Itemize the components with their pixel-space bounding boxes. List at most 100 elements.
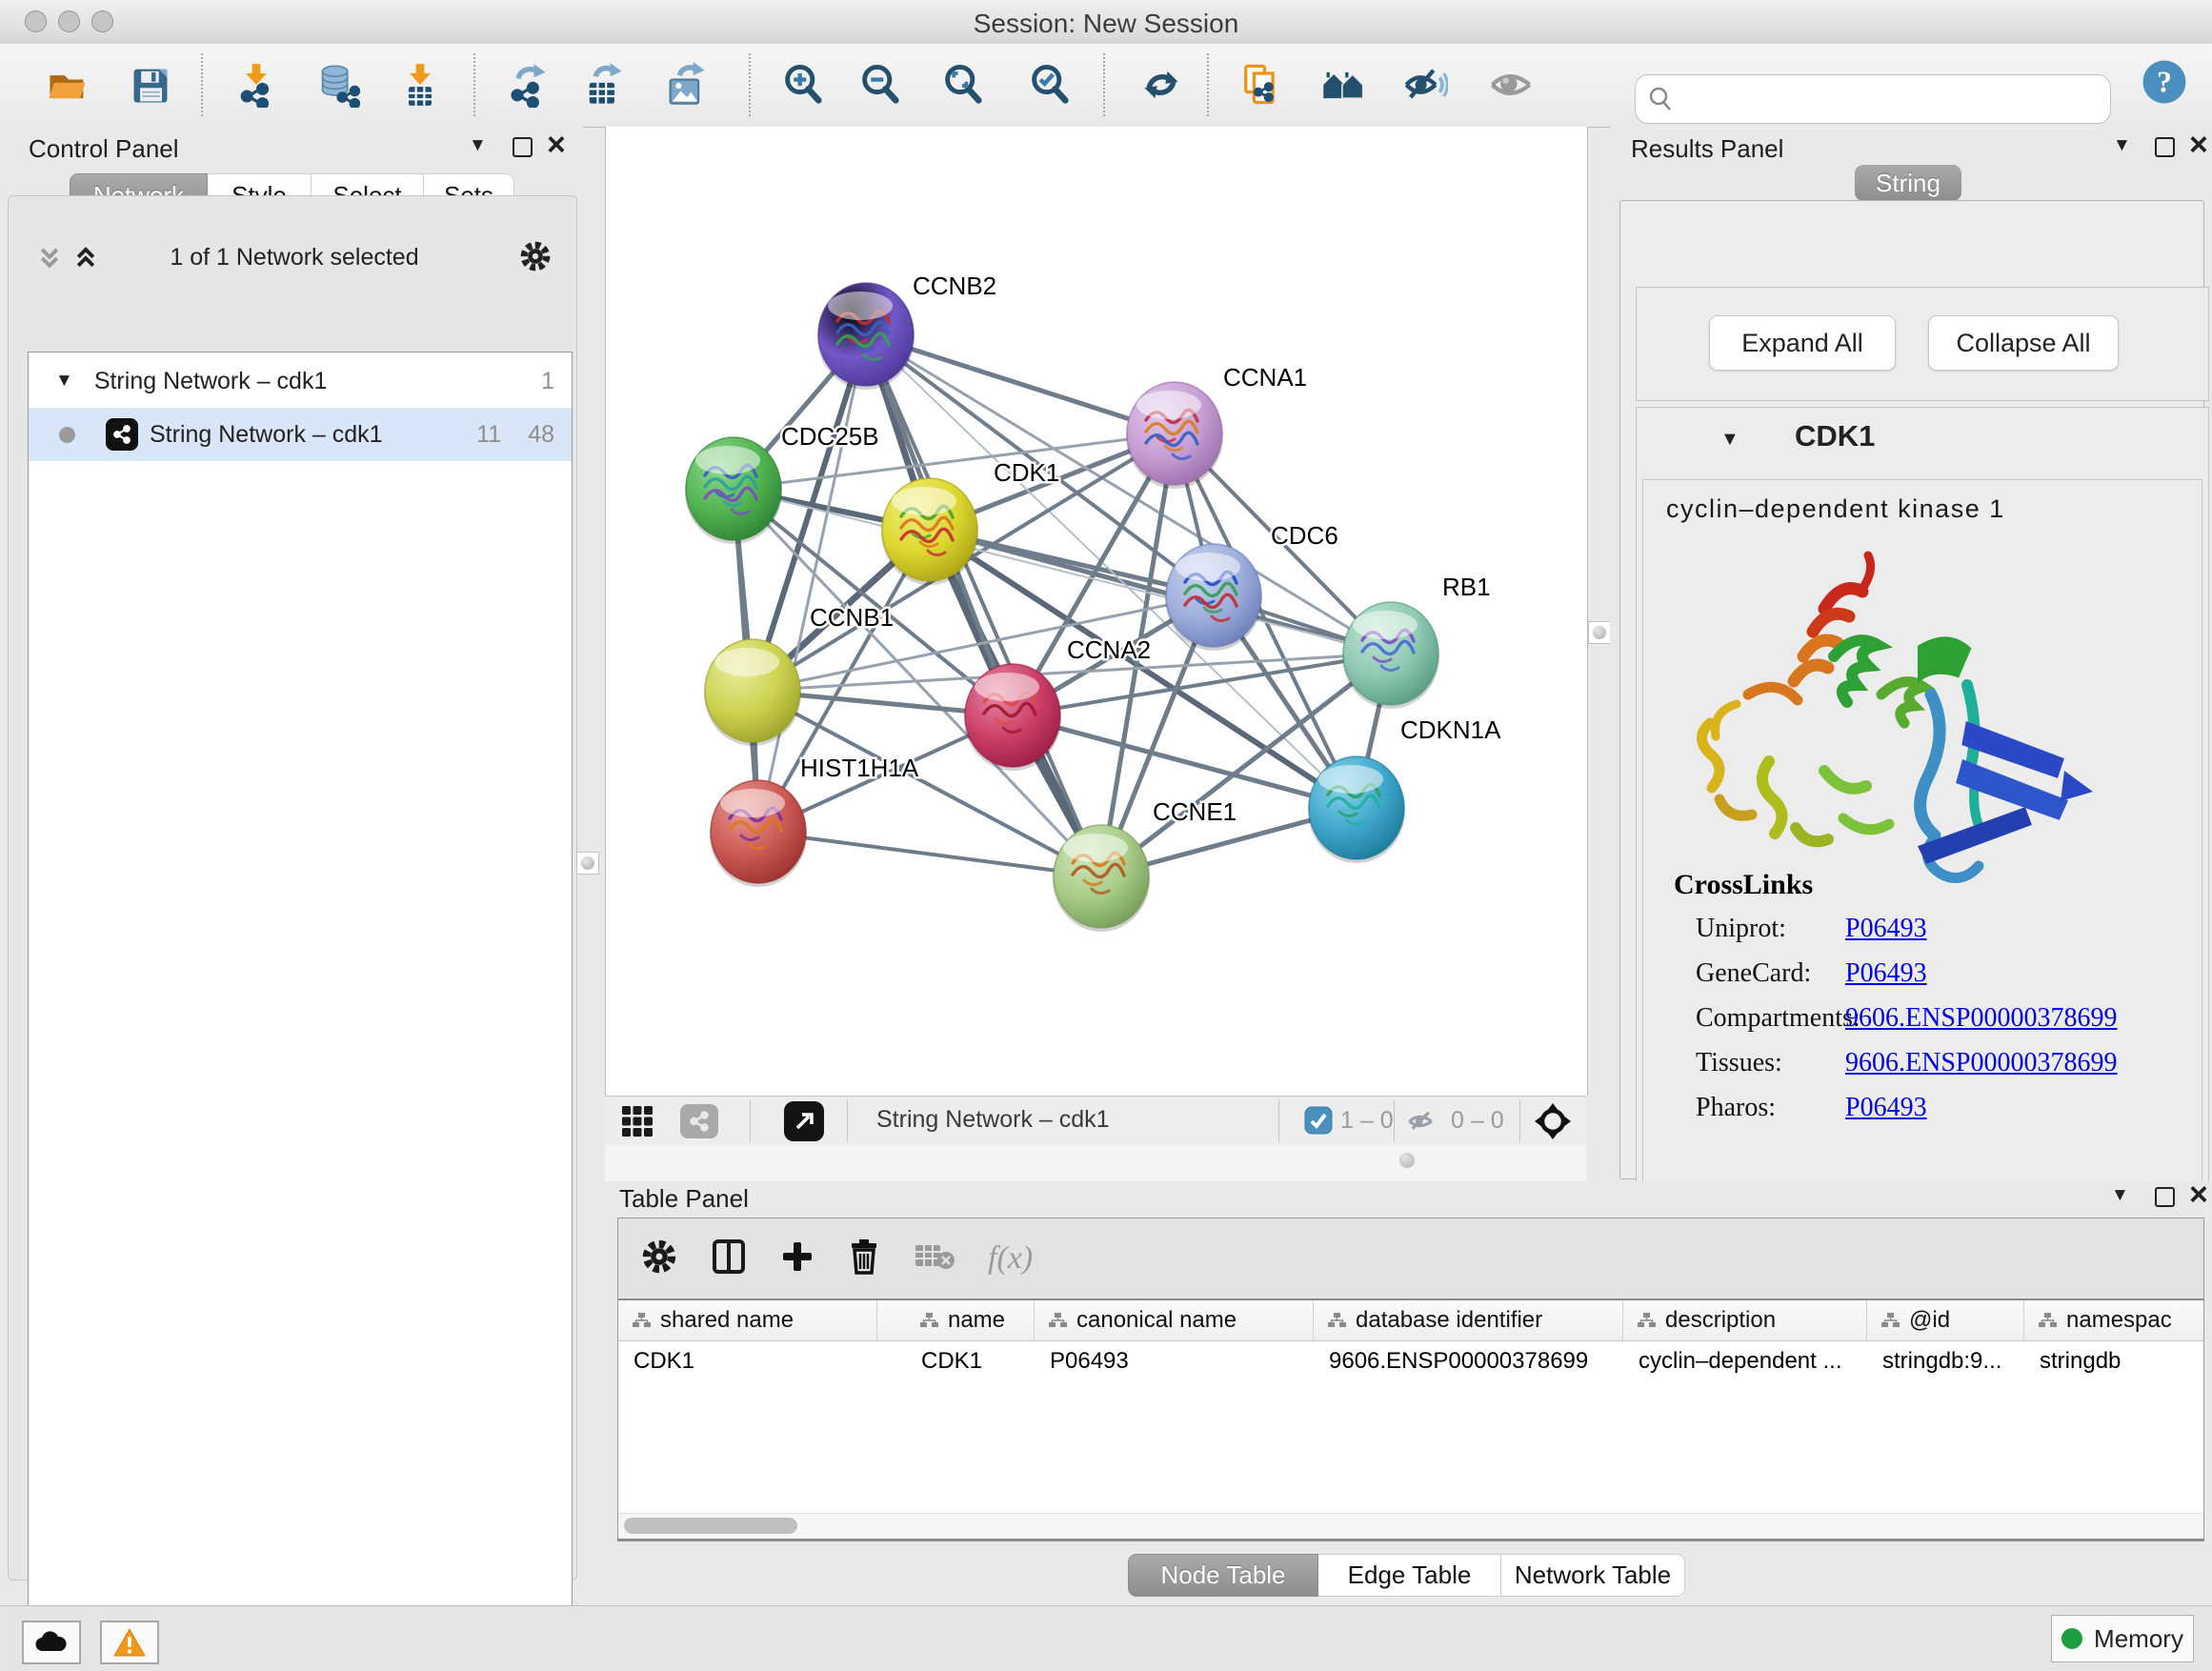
- toolbar-separator: [473, 53, 475, 116]
- panel-float-icon[interactable]: [513, 137, 533, 157]
- panel-close-icon[interactable]: ×: [547, 129, 566, 161]
- table-horizontal-scrollbar[interactable]: [618, 1513, 2203, 1539]
- column-header[interactable]: @id: [1867, 1300, 2024, 1340]
- tab-node-table[interactable]: Node Table: [1128, 1554, 1318, 1597]
- pan-crosshair-icon[interactable]: [1533, 1101, 1573, 1146]
- clear-table-icon: [914, 1241, 955, 1277]
- crosslink-link[interactable]: 9606.ENSP00000378699: [1845, 1048, 2117, 1078]
- horizontal-splitter[interactable]: [605, 1145, 1586, 1181]
- node-RB1[interactable]: [1342, 602, 1439, 709]
- refresh-icon[interactable]: [1136, 60, 1186, 110]
- node-label-CCNA2: CCNA2: [1067, 635, 1151, 664]
- import-network-from-database-icon[interactable]: [314, 60, 364, 110]
- node-CDK1[interactable]: [881, 478, 978, 585]
- panel-close-icon[interactable]: ×: [2189, 129, 2208, 161]
- panel-close-icon[interactable]: ×: [2189, 1178, 2208, 1211]
- network-graph[interactable]: CCNB2CCNA1CDC25BCDK1CDC6RB1CCNB1CCNA2CDK…: [606, 127, 1587, 1096]
- memory-button[interactable]: Memory: [2051, 1615, 2194, 1662]
- tab-string[interactable]: String: [1855, 165, 1961, 201]
- hidden-eye-slash-icon[interactable]: [1405, 1105, 1438, 1142]
- toolbar-separator: [1103, 53, 1105, 116]
- splitter-grip[interactable]: [1399, 1153, 1415, 1168]
- edge-CCNB2-CCNE1[interactable]: [866, 334, 1101, 876]
- network-selection-summary: 1 of 1 Network selected: [123, 244, 466, 272]
- expand-all-networks-icon[interactable]: [73, 246, 98, 275]
- network-share-icon: [106, 418, 138, 451]
- network-canvas[interactable]: CCNB2CCNA1CDC25BCDK1CDC6RB1CCNB1CCNA2CDK…: [605, 127, 1588, 1096]
- import-table-icon[interactable]: [395, 60, 445, 110]
- export-network-icon[interactable]: [504, 60, 553, 110]
- cloud-status-button[interactable]: [22, 1621, 81, 1664]
- cell-id: stringdb:9...: [1867, 1341, 2024, 1381]
- string-import-icon[interactable]: [1236, 60, 1285, 110]
- table-row[interactable]: CDK1 CDK1 P06493 9606.ENSP00000378699 cy…: [618, 1341, 2203, 1381]
- control-panel-title: Control Panel: [29, 134, 179, 164]
- tab-edge-table[interactable]: Edge Table: [1318, 1554, 1501, 1597]
- crosslink-link[interactable]: P06493: [1845, 1093, 1927, 1123]
- open-in-window-icon[interactable]: [784, 1101, 824, 1141]
- panel-collapse-icon[interactable]: ▼: [469, 136, 487, 154]
- table-settings-gear-icon[interactable]: [641, 1238, 677, 1279]
- right-splitter-handle[interactable]: [1588, 621, 1611, 644]
- panel-float-icon[interactable]: [2155, 137, 2175, 157]
- warnings-button[interactable]: [100, 1621, 159, 1664]
- delete-column-trash-icon[interactable]: [847, 1238, 881, 1279]
- node-CCNA2[interactable]: [964, 664, 1061, 771]
- collapse-all-networks-icon[interactable]: [37, 246, 62, 275]
- import-network-icon[interactable]: [231, 60, 281, 110]
- network-options-gear-icon[interactable]: [519, 240, 552, 277]
- hide-details-icon[interactable]: [1400, 60, 1450, 110]
- scrollbar-thumb[interactable]: [624, 1518, 797, 1534]
- node-CDC6[interactable]: [1165, 544, 1262, 651]
- gene-collapse-caret-icon[interactable]: ▼: [1720, 429, 1739, 451]
- tab-network-table[interactable]: Network Table: [1501, 1554, 1685, 1597]
- panel-collapse-icon[interactable]: ▼: [2111, 1186, 2129, 1204]
- string-home-icon[interactable]: [1318, 60, 1368, 110]
- export-table-icon[interactable]: [579, 60, 629, 110]
- protein-structure-image: [1681, 533, 2101, 914]
- zoom-fit-icon[interactable]: [938, 60, 988, 110]
- node-CCNA1[interactable]: [1126, 382, 1223, 489]
- panel-collapse-icon[interactable]: ▼: [2113, 136, 2131, 154]
- edge-HIST1H1A-CCNE1[interactable]: [758, 832, 1101, 876]
- node-CCNE1[interactable]: [1053, 825, 1150, 932]
- toolbar-separator: [201, 53, 203, 116]
- cell-name: CDK1: [877, 1341, 1035, 1381]
- node-HIST1H1A[interactable]: [710, 780, 807, 887]
- left-splitter-handle[interactable]: [576, 852, 599, 875]
- column-header[interactable]: shared name: [618, 1300, 877, 1340]
- crosslinks-heading: CrossLinks: [1674, 869, 1813, 901]
- zoom-in-icon[interactable]: [778, 60, 828, 110]
- node-CCNB1[interactable]: [704, 639, 801, 746]
- column-header[interactable]: database identifier: [1314, 1300, 1623, 1340]
- node-CDKN1A[interactable]: [1308, 756, 1405, 863]
- zoom-out-icon[interactable]: [855, 60, 905, 110]
- cell-description: cyclin–dependent ...: [1623, 1341, 1867, 1381]
- show-columns-icon[interactable]: [710, 1238, 748, 1280]
- column-header[interactable]: description: [1623, 1300, 1867, 1340]
- expand-all-button[interactable]: Expand All: [1709, 315, 1896, 371]
- crosslink-link[interactable]: 9606.ENSP00000378699: [1845, 1003, 2117, 1034]
- network-collection-row[interactable]: ▼ String Network – cdk1 1: [29, 354, 572, 408]
- column-header[interactable]: namespac: [2024, 1300, 2203, 1340]
- selected-checkbox-icon[interactable]: [1304, 1106, 1333, 1139]
- node-CDC25B[interactable]: [685, 437, 782, 544]
- add-column-icon[interactable]: [780, 1239, 814, 1278]
- help-icon[interactable]: ?: [2140, 57, 2189, 107]
- node-CCNB2[interactable]: [817, 283, 915, 390]
- search-input[interactable]: [1674, 85, 2099, 113]
- export-image-icon[interactable]: [661, 60, 711, 110]
- column-header[interactable]: canonical name: [1035, 1300, 1314, 1340]
- open-session-icon[interactable]: [43, 60, 92, 110]
- network-row[interactable]: String Network – cdk1 11 48: [29, 408, 572, 461]
- zoom-selected-icon[interactable]: [1025, 60, 1075, 110]
- tree-caret-icon[interactable]: ▼: [55, 371, 73, 392]
- column-header[interactable]: name: [877, 1300, 1035, 1340]
- birdseye-grid-icon[interactable]: [620, 1104, 654, 1143]
- panel-float-icon[interactable]: [2155, 1187, 2175, 1207]
- crosslink-link[interactable]: P06493: [1845, 914, 1927, 944]
- collapse-all-button[interactable]: Collapse All: [1928, 315, 2119, 371]
- application-window: Session: New Session: [0, 0, 2212, 1671]
- crosslink-link[interactable]: P06493: [1845, 958, 1927, 989]
- save-session-icon[interactable]: [126, 60, 175, 110]
